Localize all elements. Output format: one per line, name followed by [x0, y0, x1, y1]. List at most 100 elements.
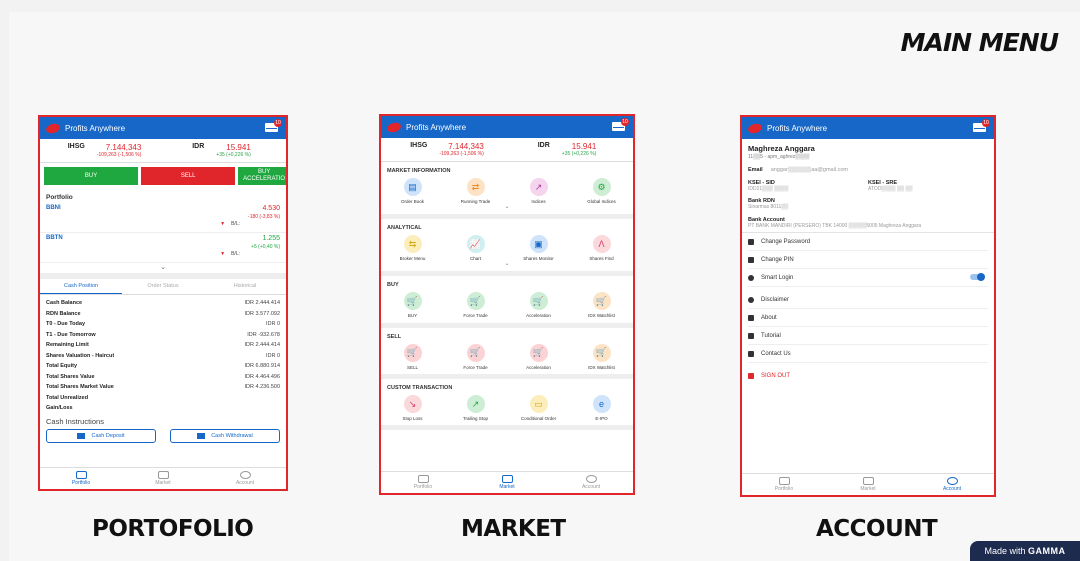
market-menu-item[interactable]: Λ Shares Find [577, 235, 627, 261]
market-menu-item[interactable]: ↗ Trailing Stop [451, 394, 501, 421]
menu-tutorial[interactable]: Tutorial [748, 327, 988, 345]
market-menu-item[interactable]: ↘ Stop Loss [388, 394, 438, 421]
menu-label: Tutorial [761, 332, 781, 339]
made-with-gamma-badge[interactable]: Made with GAMMA [970, 541, 1080, 561]
stock-price: 4.530 [262, 205, 280, 212]
sign-out-button[interactable]: SIGN OUT [748, 367, 988, 385]
market-section-title: MARKET INFORMATION [387, 168, 451, 174]
app-bar: Profits Anywhere 10 [742, 117, 994, 139]
ticker-name: IHSG [67, 143, 85, 150]
market-menu-item[interactable]: ⇄ Running Trade [451, 178, 501, 204]
ticker-ihsg[interactable]: IHSG 7.144,343 -109,263 (-1,506 %) [387, 142, 507, 157]
smart-login-toggle[interactable] [970, 273, 985, 281]
menu-item-label: IDX Watchlist [588, 313, 615, 319]
market-menu-item[interactable]: ▭ Conditional Order [514, 394, 564, 421]
menu-change-pin[interactable]: Change PIN [748, 251, 988, 269]
row-label: Total Unrealized [46, 394, 89, 401]
ticker-change: -109,263 (-1,506 %) [439, 151, 484, 157]
ticker-name: IHSG [410, 142, 428, 149]
chevron-down-icon[interactable]: ⌄ [40, 263, 286, 273]
nav-market[interactable]: Market [465, 472, 549, 493]
nav-account[interactable]: Account [549, 472, 633, 493]
tab-cash-position[interactable]: Cash Position [40, 279, 122, 294]
stock-code: BBTN [46, 235, 63, 241]
notification-badge: 10 [621, 118, 629, 126]
market-menu-item[interactable]: ⚙ Global Indices [577, 178, 627, 204]
portfolio-section-title: Portfolio [46, 194, 73, 201]
market-menu-item[interactable]: 🛒 Acceleration [514, 343, 564, 370]
menu-change-password[interactable]: Change Password [748, 233, 988, 251]
chevron-down-icon[interactable]: ⌄ [381, 261, 633, 267]
market-menu-item[interactable]: ▣ Shares Monitor [514, 235, 564, 261]
bank-rdn: Bank RDN Sinarmas 8011▒▒ [742, 195, 994, 214]
row-value: IDR -932.678 [247, 331, 280, 338]
row-label: Gain/Loss [46, 405, 73, 411]
folder-icon [778, 477, 790, 485]
market-menu-item[interactable]: ▤ Order Book [388, 178, 438, 204]
user-circle-icon [946, 477, 958, 485]
market-sections: MARKET INFORMATION ▤ Order Book ⇄ Running Tr… [381, 162, 633, 430]
email-value: anggar▒▒▒▒▒▒aa@gmail.com [770, 167, 848, 173]
market-section-title: BUY [387, 282, 399, 289]
menu-disclaimer[interactable]: Disclaimer [748, 291, 988, 309]
nav-account[interactable]: Account [910, 474, 994, 495]
ticker-idr[interactable]: IDR 15.941 +35 (+0,226 %) [163, 143, 280, 158]
bar-chart-icon [862, 477, 874, 485]
cash-withdrawal-button[interactable]: Cash Withdrawal [170, 428, 280, 443]
nav-label: Portfolio [71, 480, 91, 486]
tab-historical[interactable]: Historical [204, 279, 286, 294]
nav-market[interactable]: Market [122, 468, 204, 489]
lock-icon [748, 256, 754, 263]
market-menu-item[interactable]: 🛒 IDX Watchlist [577, 343, 627, 370]
market-menu-item[interactable]: 📈 Chart [451, 235, 501, 261]
table-row: Shares Valuation - Haircut IDR 0 [40, 351, 286, 362]
market-section: CUSTOM TRANSACTION ↘ Stop Loss ↗ Trailing St… [381, 379, 633, 430]
mail-icon[interactable]: 10 [265, 119, 282, 132]
mail-icon[interactable]: 10 [973, 119, 990, 132]
stock-price: 1.255 [262, 235, 280, 242]
market-menu-item[interactable]: ↗ Indices [514, 178, 564, 204]
menu-contact-us[interactable]: Contact Us [748, 345, 988, 363]
market-menu-item[interactable]: ⇆ Broker Menu [388, 235, 438, 261]
nav-label: Portfolio [413, 484, 433, 490]
bottom-nav: Portfolio Market Account [381, 471, 633, 493]
market-menu-item[interactable]: 🛒 IDX Watchlist [577, 292, 627, 318]
chevron-down-icon[interactable]: ⌄ [381, 204, 633, 210]
withdrawal-icon [197, 432, 206, 439]
cash-deposit-button[interactable]: Cash Deposit [46, 428, 156, 443]
market-menu-item[interactable]: 🛒 Force Trade [451, 292, 501, 318]
account-id: 11▒▒5 - apm_aghrez▒▒▒▒ [748, 154, 810, 160]
list-item[interactable]: BBTN 1.255 +5 (+0,40 %) B/L: [40, 233, 286, 263]
email-row: Email anggar▒▒▒▒▒▒aa@gmail.com [742, 163, 994, 177]
buy-button[interactable]: BUY [44, 167, 139, 185]
mail-icon[interactable]: 10 [612, 118, 629, 131]
menu-smart-login[interactable]: Smart Login [748, 269, 988, 287]
sell-button[interactable]: SELL [141, 167, 236, 185]
menu-item-label: Force Trade [463, 364, 488, 370]
ticker-value: 15.941 [226, 143, 251, 152]
nav-market[interactable]: Market [826, 474, 910, 495]
menu-about[interactable]: About [748, 309, 988, 327]
market-grid: ▤ Order Book ⇄ Running Trade ↗ Indices ⚙ Global… [381, 178, 633, 204]
portfolio-screen: Profits Anywhere 10 IHSG 7.144,343 -109,2… [38, 115, 288, 491]
folder-icon [417, 475, 429, 483]
ticker-idr[interactable]: IDR 15.941 +35 (+0,226 %) [507, 142, 627, 157]
nav-portfolio[interactable]: Portfolio [381, 472, 465, 493]
buy-acceleration-button[interactable]: BUY ACCELERATIO [238, 167, 286, 185]
market-menu-item[interactable]: 🛒 Force Trade [451, 343, 501, 370]
menu-item-icon: ↗ [466, 394, 485, 413]
cash-withdrawal-label: Cash Withdrawal [211, 432, 253, 439]
list-item[interactable]: BBNI 4.530 -180 (-3,83 %) B/L: [40, 203, 286, 233]
market-menu-item[interactable]: 🛒 BUY [388, 292, 438, 318]
ticker-value: 7.144,343 [105, 143, 142, 152]
market-menu-item[interactable]: 🛒 Acceleration [514, 292, 564, 318]
ticker-ihsg[interactable]: IHSG 7.144,343 -109,263 (-1,506 %) [46, 143, 163, 158]
row-label: Shares Valuation - Haircut [46, 352, 115, 359]
nav-portfolio[interactable]: Portfolio [40, 468, 122, 489]
menu-item-icon: 🛒 [403, 292, 422, 311]
market-menu-item[interactable]: 🛒 SELL [388, 343, 438, 370]
tab-order-status[interactable]: Order Status [122, 279, 204, 294]
nav-portfolio[interactable]: Portfolio [742, 474, 826, 495]
market-menu-item[interactable]: e E-IPO [577, 394, 627, 421]
nav-account[interactable]: Account [204, 468, 286, 489]
